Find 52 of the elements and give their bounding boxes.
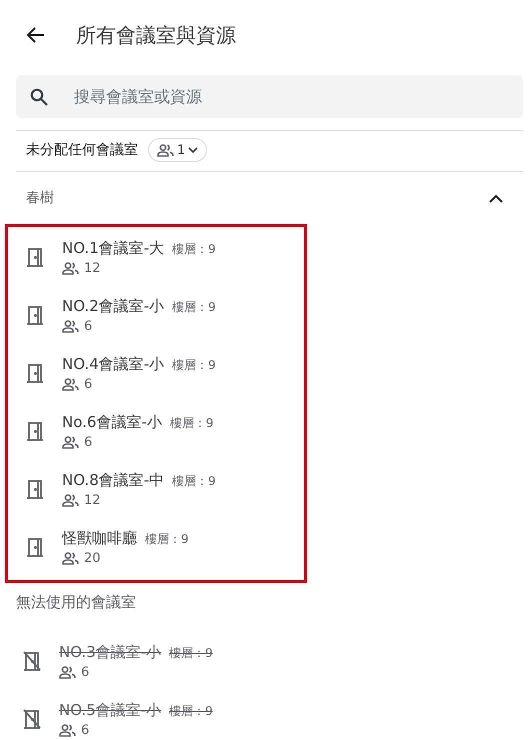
room-capacity: 6 [81, 664, 90, 680]
people-icon [62, 378, 79, 390]
room-floor: 樓層：9 [169, 644, 213, 662]
door-icon [26, 479, 44, 499]
collapse-button[interactable] [489, 194, 503, 202]
room-name[interactable]: NO.5會議室-小 [59, 700, 162, 720]
room-capacity: 6 [84, 318, 92, 334]
door-icon [26, 305, 44, 325]
crossed-door-icon [23, 709, 41, 729]
section-title: 無法使用的會議室 [15, 592, 137, 613]
attendee-count-chip[interactable]: 1 [148, 138, 208, 162]
room-floor: 樓層：9 [172, 240, 216, 258]
people-icon [62, 262, 79, 274]
door-icon [26, 421, 44, 441]
people-icon [62, 320, 79, 332]
people-icon [62, 552, 79, 564]
door-icon [26, 537, 44, 557]
chevron-down-icon [188, 146, 198, 154]
room-name[interactable]: NO.2會議室-小 [62, 296, 164, 316]
unassigned-label: 未分配任何會議室 [26, 141, 138, 159]
crossed-door-icon [23, 651, 41, 671]
people-icon [157, 144, 174, 156]
people-icon [62, 436, 79, 448]
room-capacity: 20 [84, 550, 101, 566]
room-floor: 樓層：9 [172, 356, 216, 374]
room-capacity: 12 [84, 492, 101, 508]
people-icon [59, 666, 76, 678]
room-name[interactable]: No.6會議室-小 [62, 412, 162, 432]
back-button[interactable] [26, 25, 46, 45]
room-name[interactable]: 怪獸咖啡廳 [62, 528, 137, 548]
room-capacity: 12 [84, 260, 101, 276]
room-floor: 樓層：9 [170, 414, 214, 432]
room-name[interactable]: NO.8會議室-中 [62, 470, 164, 490]
room-floor: 樓層：9 [145, 530, 189, 548]
search-icon [30, 88, 48, 106]
room-name[interactable]: NO.4會議室-小 [62, 354, 164, 374]
room-floor: 樓層：9 [169, 702, 213, 720]
room-capacity: 6 [84, 376, 92, 392]
people-icon [62, 494, 79, 506]
people-icon [59, 724, 76, 736]
room-name[interactable]: NO.3會議室-小 [59, 642, 162, 662]
door-icon [26, 363, 44, 383]
door-icon [26, 247, 44, 267]
search-field[interactable]: 搜尋會議室或資源 [72, 86, 523, 107]
room-name[interactable]: NO.1會議室-大 [62, 238, 164, 258]
room-capacity: 6 [84, 434, 92, 450]
group-title: 春樹 [26, 189, 54, 207]
room-floor: 樓層：9 [172, 472, 216, 490]
room-floor: 樓層：9 [172, 298, 216, 316]
page-title: 所有會議室與資源 [76, 22, 236, 48]
room-capacity: 6 [81, 722, 90, 738]
search-bar[interactable]: 搜尋會議室或資源 [16, 75, 523, 118]
